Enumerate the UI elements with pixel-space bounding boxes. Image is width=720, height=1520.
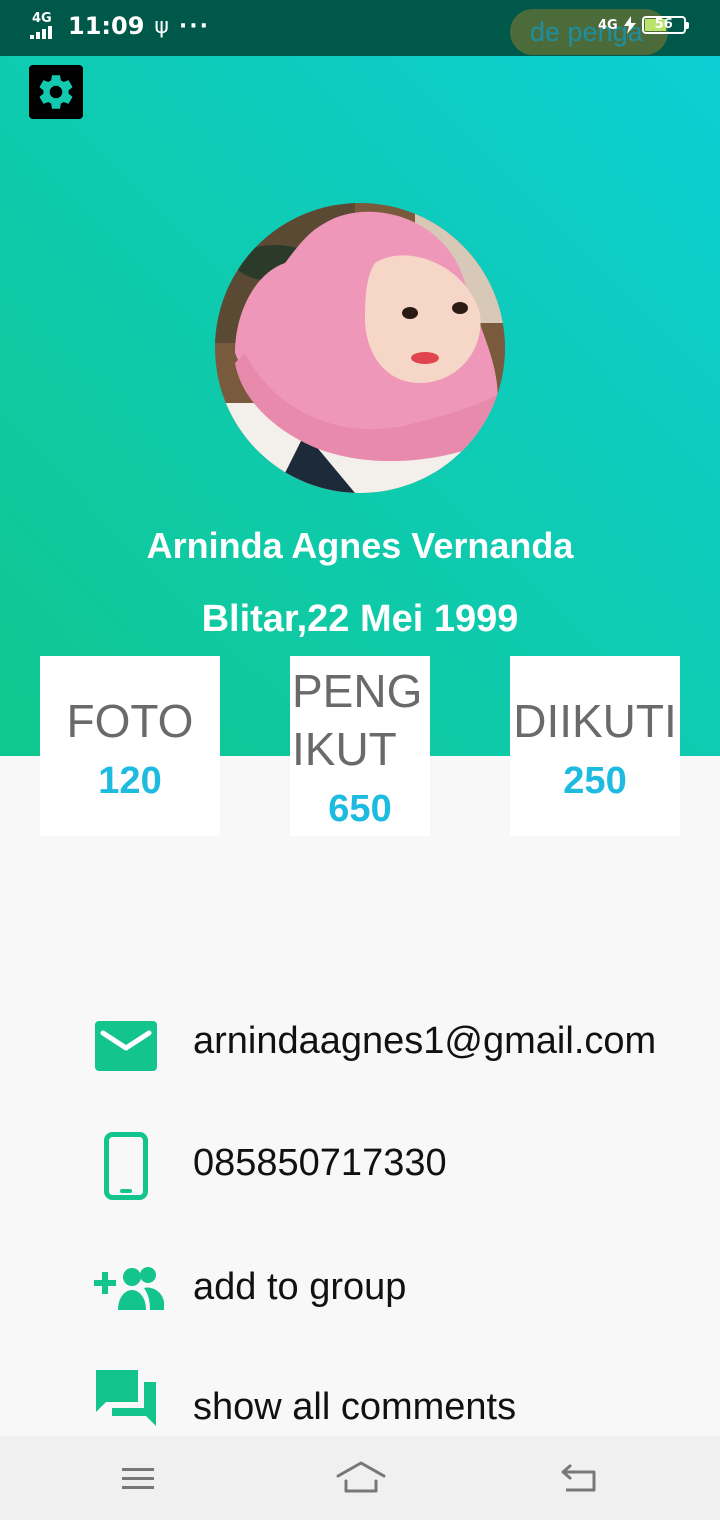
home-button[interactable] (335, 1458, 387, 1498)
phone-icon (90, 1116, 162, 1216)
signal-icon: 4G (30, 11, 58, 39)
email-text: arnindaagnes1@gmail.com (193, 1020, 657, 1062)
stat-label-line2: IKUT (292, 723, 397, 775)
stat-card-foto[interactable]: FOTO 120 (40, 656, 220, 836)
stat-card-pengikut[interactable]: PENG IKUT 650 (290, 656, 430, 836)
network-type-right: 4G (598, 17, 618, 33)
status-time: 11:09 (68, 12, 145, 40)
stat-label: FOTO (66, 695, 194, 747)
add-group-row[interactable]: add to group (0, 1238, 720, 1338)
status-bar: 4G 11:09 ψ ··· de penga 4G 56 (0, 0, 720, 56)
add-group-icon (86, 1238, 166, 1338)
stat-label-line1: PENG (292, 665, 423, 717)
charging-icon (623, 16, 636, 34)
back-button[interactable] (558, 1462, 600, 1496)
menu-button[interactable] (120, 1464, 160, 1494)
back-icon (561, 1464, 596, 1492)
stat-value: 120 (98, 760, 162, 802)
network-type: 4G (32, 11, 52, 26)
profile-avatar (215, 203, 505, 493)
stat-value: 250 (563, 760, 627, 802)
navigation-bar (0, 1436, 720, 1520)
home-icon (336, 1461, 386, 1493)
battery-icon: 56 (641, 16, 689, 34)
stat-label: DIIKUTI (513, 695, 677, 747)
phone-text: 085850717330 (193, 1142, 447, 1184)
comments-icon (92, 1358, 160, 1438)
gear-icon (39, 75, 73, 109)
battery-level: 56 (654, 17, 673, 32)
email-icon (90, 996, 162, 1096)
add-group-text: add to group (193, 1266, 407, 1308)
phone-row[interactable]: 085850717330 (0, 1116, 720, 1216)
profile-birth: Blitar,22 Mei 1999 (201, 598, 519, 640)
menu-icon (122, 1468, 154, 1489)
email-row[interactable]: arnindaagnes1@gmail.com (0, 996, 720, 1096)
profile-name: Arninda Agnes Vernanda (146, 525, 574, 566)
settings-button[interactable] (29, 65, 83, 119)
stat-card-diikuti[interactable]: DIIKUTI 250 (510, 656, 680, 836)
more-notifications-icon: ··· (178, 13, 210, 39)
stat-value: 650 (328, 788, 392, 830)
usb-icon: ψ (154, 13, 169, 39)
comments-text: show all comments (193, 1386, 517, 1428)
